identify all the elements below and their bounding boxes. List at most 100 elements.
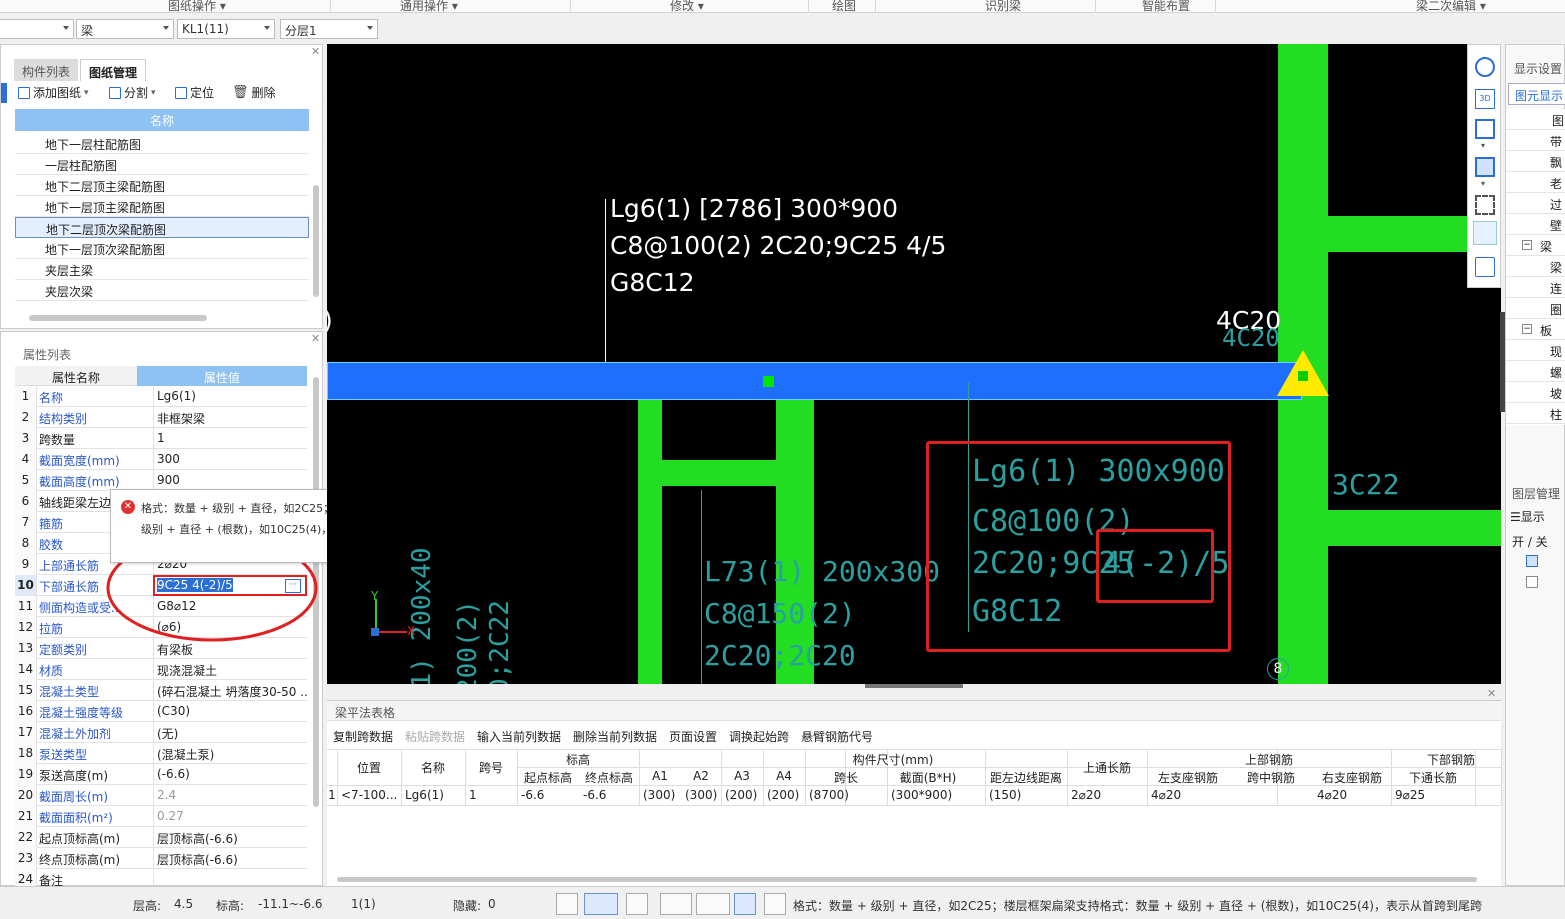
drawing-list-item[interactable]: 夹层主梁 <box>15 259 309 280</box>
property-value[interactable]: (混凝土泵) <box>153 743 307 764</box>
solid-view-icon[interactable] <box>1475 157 1495 177</box>
type-select[interactable]: 梁 <box>76 19 174 39</box>
display-tree-item[interactable]: 带 <box>1506 130 1565 151</box>
drawing-list-item[interactable]: 地下一层顶次梁配筋图 <box>15 238 309 259</box>
property-value[interactable]: 0.27 <box>153 806 307 827</box>
fit-view-icon[interactable] <box>1475 195 1495 215</box>
chevron-down-icon[interactable]: ▾ <box>1481 141 1485 150</box>
property-value[interactable]: 900 <box>153 470 307 491</box>
cube-view-icon[interactable] <box>1475 119 1495 139</box>
ribbon-beam-edit[interactable]: 梁二次编辑 ▾ <box>1416 0 1486 12</box>
category-select[interactable] <box>0 19 74 39</box>
table-cell[interactable]: Lg6(1) <box>401 788 465 802</box>
polar-toggle[interactable] <box>764 893 786 915</box>
orbit-icon[interactable] <box>1475 57 1495 77</box>
ribbon-smart-layout[interactable]: 智能布置 <box>1142 0 1190 12</box>
locate-button[interactable]: 定位 <box>175 84 214 101</box>
close-icon[interactable]: ✕ <box>311 45 320 58</box>
table-toolbar-button[interactable]: 删除当前列数据 <box>573 728 657 745</box>
property-value[interactable]: 300 <box>153 449 307 470</box>
list-view-icon[interactable] <box>1475 257 1495 277</box>
dynamic-input-toggle[interactable] <box>734 893 756 915</box>
table-cell[interactable]: -6.6 <box>579 788 639 802</box>
table-cell[interactable]: (150) <box>985 788 1067 802</box>
cad-canvas[interactable]: Lg6(1) [2786] 300*900 C8@100(2) 2C20;9C2… <box>327 44 1501 684</box>
ribbon-general-ops[interactable]: 通用操作 ▾ <box>400 0 458 12</box>
tab-component-list[interactable]: 构件列表 <box>14 59 79 81</box>
table-cell[interactable]: (200) <box>763 788 805 802</box>
display-tree-item[interactable]: 过 <box>1506 193 1565 214</box>
property-value[interactable]: 2.4 <box>153 785 307 806</box>
table-toolbar-button[interactable]: 复制跨数据 <box>333 728 393 745</box>
table-toolbar-button[interactable]: 悬臂钢筋代号 <box>801 728 873 745</box>
green-beam[interactable] <box>662 460 776 486</box>
table-cell[interactable]: (200) <box>721 788 763 802</box>
ribbon-draw[interactable]: 绘图 <box>832 0 856 12</box>
close-icon[interactable]: ✕ <box>1487 687 1496 700</box>
table-cell[interactable]: (8700) <box>805 788 887 802</box>
property-value[interactable]: 非框架梁 <box>153 407 307 428</box>
property-value[interactable]: (-6.6) <box>153 764 307 785</box>
chevron-down-icon[interactable]: ▾ <box>1481 179 1485 188</box>
display-tree-item[interactable]: − 梁 <box>1506 235 1565 256</box>
display-tree-item[interactable]: 老 <box>1506 172 1565 193</box>
display-tree-item[interactable]: 柱 <box>1506 403 1565 424</box>
table-cell[interactable]: 4⌀20 <box>1313 788 1391 802</box>
green-beam[interactable] <box>1328 510 1501 546</box>
drawing-list-item[interactable]: 地下二层顶主梁配筋图 <box>15 175 309 196</box>
property-value[interactable]: 现浇混凝土 <box>153 659 307 680</box>
property-value[interactable]: (碎石混凝土 坍落度30-50 ... <box>153 680 307 701</box>
table-toolbar-button[interactable]: 页面设置 <box>669 728 717 745</box>
property-value[interactable]: 层顶标高(-6.6) <box>153 827 307 848</box>
cross-toggle[interactable] <box>626 893 648 915</box>
split-button[interactable]: 分割 ▾ <box>109 84 156 101</box>
display-tree-item[interactable]: 图 <box>1506 109 1565 130</box>
display-tree-item[interactable]: − 板 <box>1506 319 1565 340</box>
layer-view-icon[interactable] <box>1473 221 1497 245</box>
display-tree-item[interactable]: 现 <box>1506 340 1565 361</box>
drawing-list-item[interactable]: 一层柱配筋图 <box>15 154 309 175</box>
property-value[interactable]: (C30) <box>153 701 307 722</box>
layer-show-button[interactable]: ☰显示 <box>1510 508 1545 525</box>
property-value[interactable]: 1 <box>153 428 307 449</box>
panel-collapse-handle[interactable] <box>1500 312 1505 412</box>
layer-checkbox[interactable] <box>1526 555 1538 567</box>
collapse-icon[interactable]: − <box>1522 324 1532 334</box>
property-value[interactable]: Lg6(1) <box>153 386 307 407</box>
splitter-handle[interactable] <box>865 684 963 688</box>
beam-end-triangle[interactable] <box>1275 348 1331 398</box>
green-beam[interactable] <box>638 400 662 684</box>
offset-toggle[interactable] <box>696 893 730 915</box>
table-cell[interactable]: 9⌀25 <box>1391 788 1475 802</box>
table-cell[interactable]: -6.6 <box>517 788 579 802</box>
display-tree-item[interactable]: 螺 <box>1506 361 1565 382</box>
ribbon-drawing-ops[interactable]: 图纸操作 ▾ <box>168 0 226 12</box>
ribbon-modify[interactable]: 修改 ▾ <box>670 0 704 12</box>
ortho-toggle[interactable] <box>556 893 578 915</box>
table-toolbar-button[interactable]: 粘贴跨数据 <box>405 728 465 745</box>
display-tree-item[interactable]: 壁 <box>1506 214 1565 235</box>
component-select[interactable]: KL1(11) <box>177 19 275 39</box>
table-cell[interactable]: 1 <box>465 788 517 802</box>
property-value[interactable]: (无) <box>153 722 307 743</box>
drawing-list-item[interactable]: 夹层次梁 <box>15 280 309 301</box>
delete-button[interactable]: 🗑 删除 <box>232 84 276 101</box>
selected-beam[interactable] <box>327 362 1302 400</box>
beam-grip[interactable] <box>763 376 774 387</box>
tab-drawing-management[interactable]: 图纸管理 <box>80 59 147 81</box>
display-tree-item[interactable]: 连 <box>1506 277 1565 298</box>
collapse-icon[interactable]: − <box>1522 240 1532 250</box>
3d-view-icon[interactable]: 3D <box>1475 89 1495 109</box>
angle-toggle[interactable] <box>660 893 692 915</box>
tab-element-display[interactable]: 图元显示 <box>1508 83 1565 105</box>
table-cell[interactable]: <7-100... <box>337 788 401 802</box>
ribbon-recognize-beam[interactable]: 识别梁 <box>985 0 1021 12</box>
table-cell[interactable]: (300) <box>639 788 681 802</box>
snap-toggle[interactable] <box>584 893 618 915</box>
table-hscrollbar[interactable] <box>337 877 1477 882</box>
add-drawing-button[interactable]: 添加图纸 ▾ <box>18 84 89 101</box>
drawing-list-item[interactable]: 地下一层柱配筋图 <box>15 133 309 154</box>
close-icon[interactable]: ✕ <box>311 332 320 345</box>
drawing-list-hscrollbar[interactable] <box>29 315 207 321</box>
table-toolbar-button[interactable]: 调换起始跨 <box>729 728 789 745</box>
